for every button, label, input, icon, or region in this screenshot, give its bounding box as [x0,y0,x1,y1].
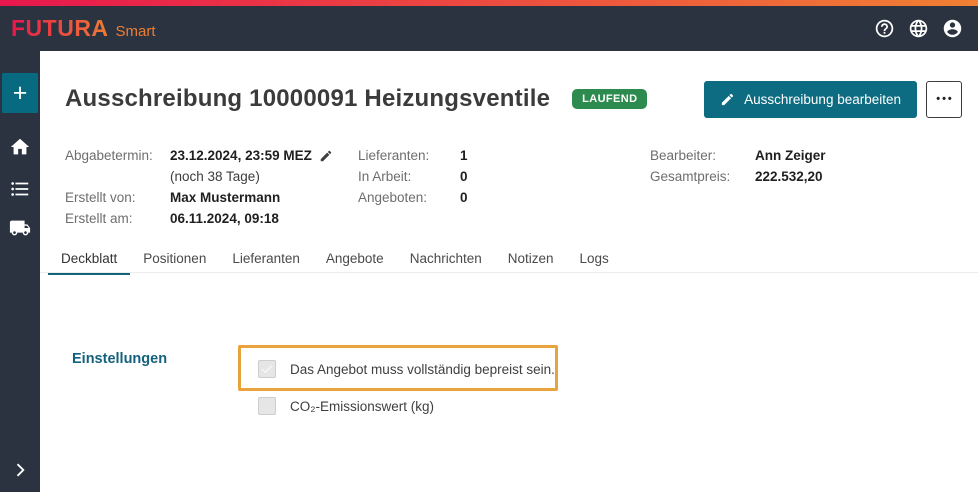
status-badge: LAUFEND [572,89,647,109]
header-icon-group [874,18,963,39]
tab-deckblatt[interactable]: Deckblatt [48,245,130,275]
gesamtpreis-value: 222.532,20 [755,166,823,187]
info-group-suppliers: Lieferanten: 1 In Arbeit: 0 Angeboten: 0 [358,145,468,208]
erstellt-am-value: 06.11.2024, 09:18 [170,208,279,229]
bearbeiter-label: Bearbeiter: [650,145,755,166]
brand-name: FUTURA [11,15,109,42]
in-arbeit-value: 0 [460,166,468,187]
pencil-icon [720,92,735,107]
info-group-editor: Bearbeiter: Ann Zeiger Gesamtpreis: 222.… [650,145,826,187]
info-row-gesamtpreis: Gesamtpreis: 222.532,20 [650,166,826,187]
edit-tender-button-label: Ausschreibung bearbeiten [744,92,901,107]
lieferanten-value: 1 [460,145,468,166]
app-header: FUTURA Smart [0,6,978,51]
help-icon[interactable] [874,18,895,39]
tab-divider [40,272,978,273]
info-row-abgabetermin: Abgabetermin: 23.12.2024, 23:59 MEZ [65,145,333,166]
edit-deadline-pencil-icon[interactable] [319,149,333,163]
tab-notizen[interactable]: Notizen [495,245,567,275]
abgabetermin-value: 23.12.2024, 23:59 MEZ [170,145,312,166]
bearbeiter-value: Ann Zeiger [755,145,826,166]
tab-positionen[interactable]: Positionen [130,245,219,275]
globe-icon[interactable] [908,18,929,39]
angeboten-label: Angeboten: [358,187,460,208]
info-row-angeboten: Angeboten: 0 [358,187,468,208]
info-row-bearbeiter: Bearbeiter: Ann Zeiger [650,145,826,166]
info-row-remaining-days: (noch 38 Tage) [65,166,333,187]
tab-logs[interactable]: Logs [567,245,622,275]
erstellt-von-value: Max Mustermann [170,187,280,208]
home-icon[interactable] [9,136,31,158]
account-icon[interactable] [942,18,963,39]
checkbox-row-co2: CO₂-Emissionswert (kg) [258,394,434,418]
check-icon [260,362,274,376]
tab-nachrichten[interactable]: Nachrichten [397,245,495,275]
tab-lieferanten[interactable]: Lieferanten [219,245,313,275]
list-icon[interactable] [9,178,31,200]
checkbox-bepreist[interactable] [258,360,276,378]
lieferanten-label: Lieferanten: [358,145,460,166]
angeboten-value: 0 [460,187,468,208]
checkbox-bepreist-label: Das Angebot muss vollständig bepreist se… [290,362,555,377]
app-window: FUTURA Smart + [0,0,978,492]
expand-sidebar-chevron-icon[interactable] [10,460,30,480]
erstellt-von-label: Erstellt von: [65,187,170,208]
checkbox-co2[interactable] [258,397,276,415]
info-row-lieferanten: Lieferanten: 1 [358,145,468,166]
more-actions-button[interactable]: ••• [926,81,962,118]
tab-angebote[interactable]: Angebote [313,245,397,275]
info-row-erstellt-am: Erstellt am: 06.11.2024, 09:18 [65,208,333,229]
abgabetermin-note: (noch 38 Tage) [170,166,260,187]
sidebar: + [0,51,40,492]
settings-section-label: Einstellungen [72,351,167,367]
brand-logo: FUTURA Smart [11,15,156,42]
checkbox-co2-label: CO₂-Emissionswert (kg) [290,399,434,414]
truck-icon[interactable] [9,217,31,239]
erstellt-am-label: Erstellt am: [65,208,170,229]
abgabetermin-label: Abgabetermin: [65,145,170,166]
main-content: Ausschreibung 10000091 Heizungsventile L… [40,51,978,492]
edit-tender-button[interactable]: Ausschreibung bearbeiten [704,81,917,118]
page-title: Ausschreibung 10000091 Heizungsventile [65,85,550,113]
info-row-erstellt-von: Erstellt von: Max Mustermann [65,187,333,208]
info-group-dates: Abgabetermin: 23.12.2024, 23:59 MEZ (noc… [65,145,333,229]
gesamtpreis-label: Gesamtpreis: [650,166,755,187]
info-row-in-arbeit: In Arbeit: 0 [358,166,468,187]
tab-bar: Deckblatt Positionen Lieferanten Angebot… [48,245,622,275]
in-arbeit-label: In Arbeit: [358,166,460,187]
title-row: Ausschreibung 10000091 Heizungsventile L… [65,80,962,118]
checkbox-row-bepreist: Das Angebot muss vollständig bepreist se… [258,357,555,381]
brand-suffix: Smart [116,23,156,40]
add-button[interactable]: + [2,73,38,113]
